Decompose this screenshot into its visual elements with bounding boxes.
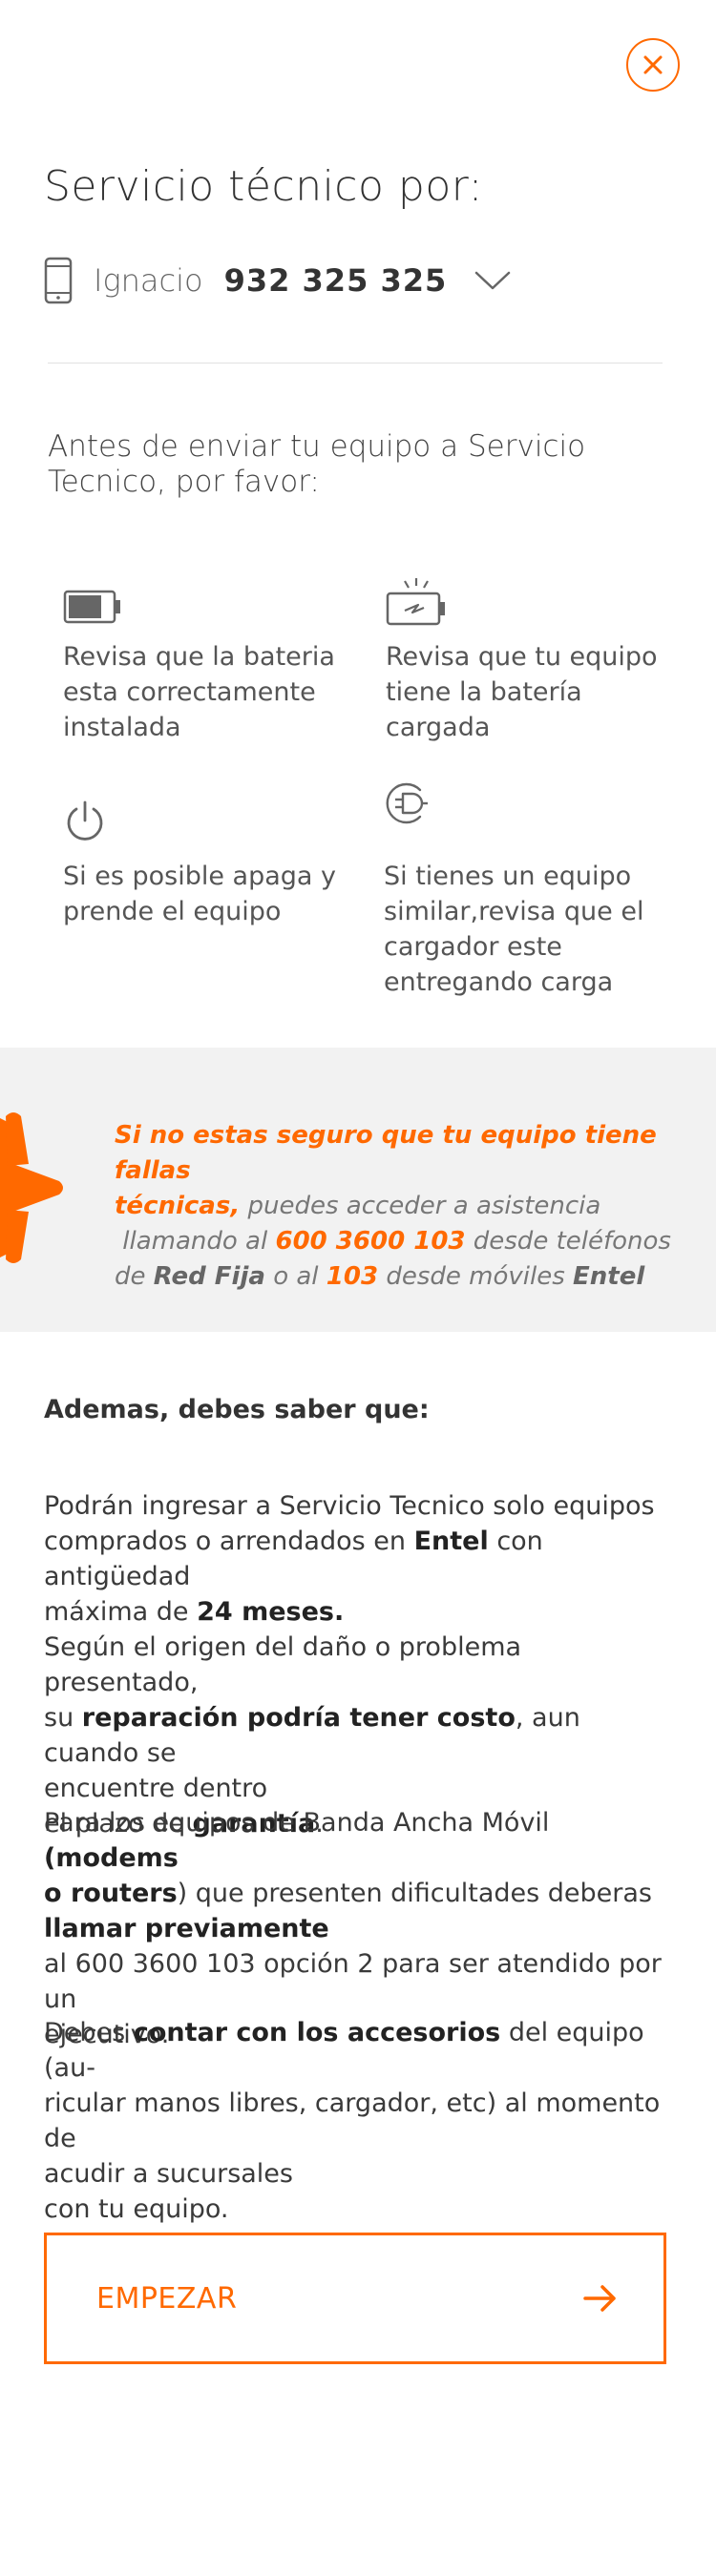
tip-charger-text: Si tienes un equipo similar,revisa que e… (384, 862, 644, 997)
assistance-phone-link[interactable]: 600 3600 103 (275, 1227, 465, 1256)
close-button[interactable] (626, 38, 680, 92)
tip-power-text: Si es posible apaga y prende el equipo (63, 862, 337, 926)
intro-text: Antes de enviar tu equipo a Servicio Tec… (48, 429, 586, 499)
power-icon (67, 800, 103, 841)
close-icon (643, 55, 663, 74)
tip-charge-text: Revisa que tu equipo tiene la batería ca… (386, 642, 658, 742)
chevron-down-icon[interactable] (474, 269, 512, 292)
tip-charge (386, 576, 447, 628)
start-button-label: EMPEZAR (96, 2281, 238, 2316)
tip-power (63, 800, 107, 843)
tip-battery (63, 588, 122, 626)
section-title: Ademas, debes saber que: (44, 1395, 430, 1424)
arrow-right-icon (583, 2285, 616, 2312)
charger-plug-icon (386, 782, 428, 824)
info-paragraph-4: Debes contar con los accesorios del equi… (44, 2018, 661, 2224)
start-button[interactable]: EMPEZAR (44, 2233, 666, 2364)
info-paragraph-1: Podrán ingresar a Servicio Tecnico solo … (44, 1491, 655, 1627)
line-phone-number: 932 325 325 (223, 262, 448, 299)
tip-charger (384, 780, 430, 826)
battery-icon (63, 590, 120, 624)
line-selector[interactable]: Ignacio 932 325 325 (44, 254, 512, 307)
mobile-phone-icon (44, 257, 73, 304)
line-owner-name: Ignacio (94, 262, 203, 299)
battery-charging-icon (386, 578, 445, 626)
page-title: Servicio técnico por: (44, 162, 483, 211)
tip-battery-text: Revisa que la bateria esta correctamente… (63, 642, 335, 742)
divider (48, 363, 663, 364)
entel-asterisk-logo (0, 1112, 63, 1263)
mobile-assistance-link[interactable]: 103 (326, 1262, 378, 1291)
assistance-text: Si no estas seguro que tu equipo tiene f… (115, 1121, 671, 1291)
